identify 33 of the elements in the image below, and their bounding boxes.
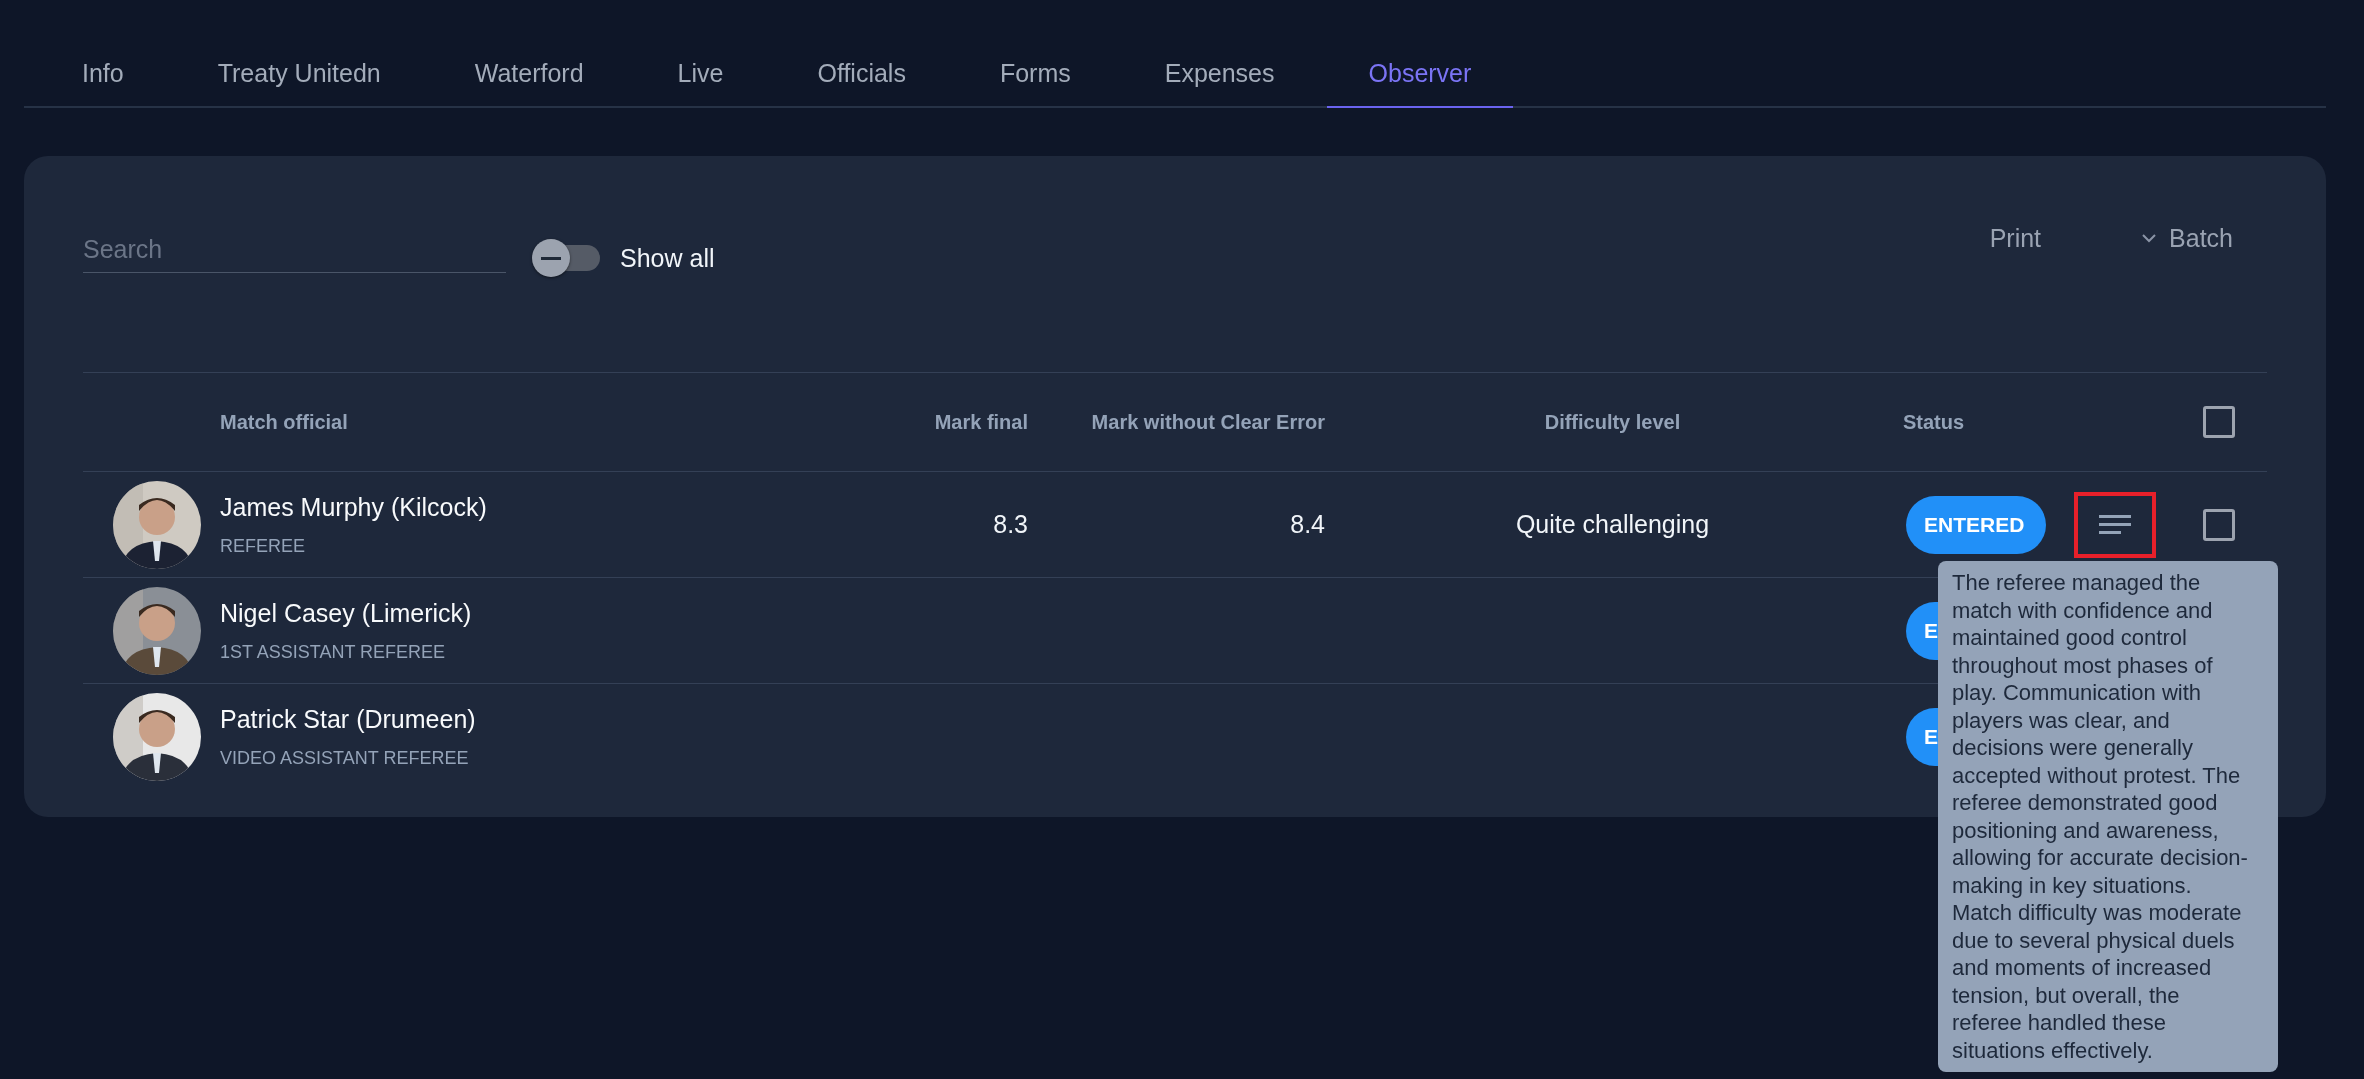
official-name: Patrick Star (Drumeen) <box>220 704 477 734</box>
toggle-switch[interactable] <box>532 238 602 278</box>
official-role: REFEREE <box>220 535 307 557</box>
notes-icon <box>2098 513 2132 536</box>
search-field[interactable]: Search <box>83 227 506 273</box>
tab[interactable]: Expenses <box>1122 40 1317 108</box>
column-header: Mark without Clear Error <box>1090 410 1325 434</box>
notes-button[interactable] <box>2074 491 2156 558</box>
tab[interactable]: Forms <box>957 40 1113 108</box>
row-checkbox[interactable] <box>2202 508 2235 541</box>
official-name: James Murphy (Kilcock) <box>220 492 488 522</box>
select-all-checkbox[interactable] <box>2202 406 2235 438</box>
tab[interactable]: Observer <box>1326 40 1514 108</box>
official-role: VIDEO ASSISTANT REFEREE <box>220 747 470 769</box>
column-header: Status <box>1902 410 1966 434</box>
column-header: Match official <box>220 410 349 434</box>
tab[interactable]: Treaty Unitedn <box>175 40 423 108</box>
tab[interactable]: Officials <box>775 40 948 108</box>
column-header: Difficulty level <box>1543 410 1682 434</box>
print-button[interactable]: Print <box>1985 217 2046 259</box>
toggle-label: Show all <box>620 243 715 273</box>
official-name: Nigel Casey (Limerick) <box>220 598 473 628</box>
official-role: 1ST ASSISTANT REFEREE <box>220 641 447 663</box>
notes-tooltip: The referee managed the match with confidence and maintained good control throughout most phases of play. Communication with players was clear, and decisions were generally accepted without protest. The referee demonstrated good positioning and awareness, allowing for accurate decision-making in key situations. Match difficulty was moderate due to several physical duels and moments of increased tension, but overall, the referee handled these situations effectively. <box>1938 561 2278 1072</box>
column-header: Mark final <box>933 410 1028 434</box>
tab[interactable]: Live <box>635 40 766 108</box>
batch-button[interactable]: Batch <box>2137 217 2237 259</box>
difficulty-level: Quite challenging <box>1515 510 1710 539</box>
tab[interactable]: Info <box>40 40 166 108</box>
tab[interactable]: Waterford <box>432 40 626 108</box>
mark-without-clear-error: 8.4 <box>1290 510 1325 539</box>
chevron-down-icon <box>2141 233 2158 243</box>
mark-final: 8.3 <box>993 510 1028 539</box>
